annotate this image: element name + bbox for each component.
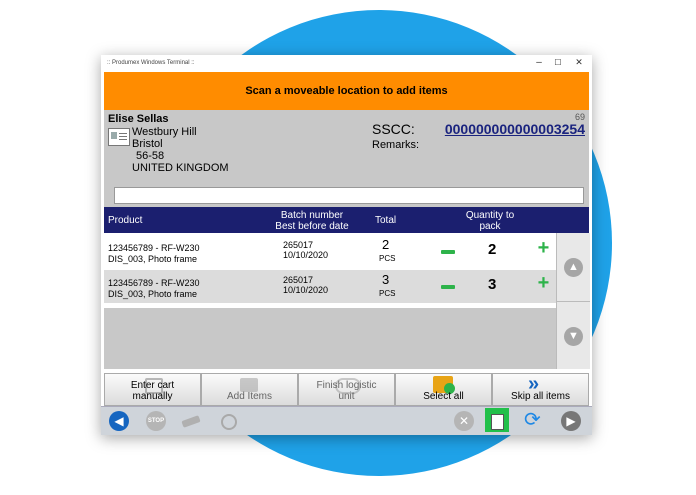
- instruction-banner: Scan a moveable location to add items: [104, 72, 589, 110]
- close-button[interactable]: ✕: [572, 57, 586, 68]
- cancel-button[interactable]: ✕: [454, 411, 474, 431]
- customer-name: Elise Sellas: [108, 113, 169, 125]
- minus-icon[interactable]: [441, 285, 455, 289]
- address-line: Bristol: [132, 138, 163, 150]
- product-description: DIS_003, Photo frame: [108, 289, 198, 299]
- header-batch-number: Batch number: [280, 210, 344, 221]
- finish-logistic-unit-button[interactable]: Finish logistic unit: [298, 373, 395, 406]
- select-all-label: Select all: [423, 391, 464, 402]
- enter-cart-manually-button[interactable]: Enter cart manually: [104, 373, 201, 406]
- plus-icon[interactable]: +: [536, 238, 551, 258]
- timer-button[interactable]: [218, 411, 238, 431]
- batch-number: 265017: [283, 240, 314, 250]
- bottom-toolbar: ◀ STOP ✕ ⟳ ▶: [101, 406, 592, 435]
- address-card-icon: [108, 128, 130, 146]
- back-button[interactable]: ◀: [109, 411, 129, 431]
- header-quantity-pack: pack: [479, 221, 501, 232]
- header-quantity: Quantity to: [465, 210, 515, 221]
- quantity-to-pack[interactable]: 2: [488, 241, 496, 258]
- window-title: :: Produmex Windows Terminal ::: [107, 60, 195, 66]
- arrow-left-icon: ◀: [109, 411, 129, 431]
- table-header: Product Batch number Best before date To…: [104, 207, 589, 233]
- total-quantity: 2: [382, 237, 390, 252]
- arrow-right-icon: ▶: [561, 411, 581, 431]
- skip-all-label: Skip all items: [511, 391, 570, 402]
- enter-cart-label: Enter cart: [130, 380, 175, 391]
- plus-icon[interactable]: +: [536, 273, 551, 293]
- x-circle-icon: ✕: [454, 411, 474, 431]
- title-bar: :: Produmex Windows Terminal :: – ☐ ✕: [101, 55, 592, 72]
- box-icon: [240, 378, 258, 392]
- eraser-icon: [181, 415, 201, 428]
- unit: PCS: [379, 254, 396, 263]
- product-code: 123456789 - RF-W230: [108, 278, 200, 288]
- batch-number: 265017: [283, 275, 314, 285]
- add-items-button[interactable]: Add Items: [201, 373, 298, 406]
- scan-bar: [104, 185, 589, 207]
- unit: PCS: [379, 289, 396, 298]
- instruction-text: Scan a moveable location to add items: [245, 85, 448, 97]
- product-description: DIS_003, Photo frame: [108, 254, 198, 264]
- header-best-before: Best before date: [275, 221, 349, 232]
- select-all-button[interactable]: Select all: [395, 373, 492, 406]
- eraser-button[interactable]: [181, 411, 201, 431]
- header-product: Product: [108, 215, 143, 226]
- total-quantity: 3: [382, 272, 390, 287]
- document-icon: [491, 414, 504, 430]
- skip-all-items-button[interactable]: » Skip all items: [492, 373, 589, 406]
- scroll-divider: [557, 301, 590, 302]
- stop-icon: STOP: [146, 411, 166, 431]
- quantity-to-pack[interactable]: 3: [488, 276, 496, 293]
- sscc-value[interactable]: 000000000000003254: [445, 121, 585, 137]
- terminal-window: :: Produmex Windows Terminal :: – ☐ ✕ Sc…: [101, 55, 592, 435]
- table-row[interactable]: 123456789 - RF-W230 DIS_003, Photo frame…: [104, 235, 556, 268]
- best-before-date: 10/10/2020: [283, 285, 329, 295]
- refresh-icon: ⟳: [524, 409, 541, 431]
- add-items-label: Add Items: [226, 391, 273, 402]
- scroll-column: ▲ ▼: [556, 233, 590, 369]
- stopwatch-icon: [221, 414, 237, 430]
- minimize-button[interactable]: –: [532, 57, 546, 68]
- product-code: 123456789 - RF-W230: [108, 243, 200, 253]
- header-total: Total: [375, 215, 397, 226]
- scroll-up-icon[interactable]: ▲: [564, 258, 583, 277]
- list-empty-area: [104, 308, 556, 369]
- enter-cart-label-2: manually: [132, 391, 173, 402]
- table-row[interactable]: 123456789 - RF-W230 DIS_003, Photo frame…: [104, 270, 556, 303]
- maximize-button[interactable]: ☐: [551, 58, 565, 67]
- scroll-down-icon[interactable]: ▼: [564, 327, 583, 346]
- refresh-button[interactable]: ⟳: [524, 409, 544, 431]
- shipment-info-panel: Elise Sellas Westbury Hill Bristol 56-58…: [104, 110, 589, 185]
- address-line: Westbury Hill: [132, 126, 197, 138]
- best-before-date: 10/10/2020: [283, 250, 329, 260]
- scan-input[interactable]: [114, 187, 584, 204]
- document-button[interactable]: [487, 411, 507, 431]
- sscc-label: SSCC:: [372, 121, 415, 137]
- action-buttons: Enter cart manually Add Items Finish log…: [104, 373, 589, 406]
- finish-lu-label-2: unit: [338, 391, 355, 402]
- address-line: 56-58: [136, 150, 165, 162]
- finish-lu-label: Finish logistic: [316, 380, 377, 391]
- minus-icon[interactable]: [441, 250, 455, 254]
- remarks-label: Remarks:: [372, 139, 420, 151]
- stop-button[interactable]: STOP: [146, 411, 166, 431]
- forward-button[interactable]: ▶: [561, 411, 581, 431]
- address-line: UNITED KINGDOM: [132, 162, 229, 174]
